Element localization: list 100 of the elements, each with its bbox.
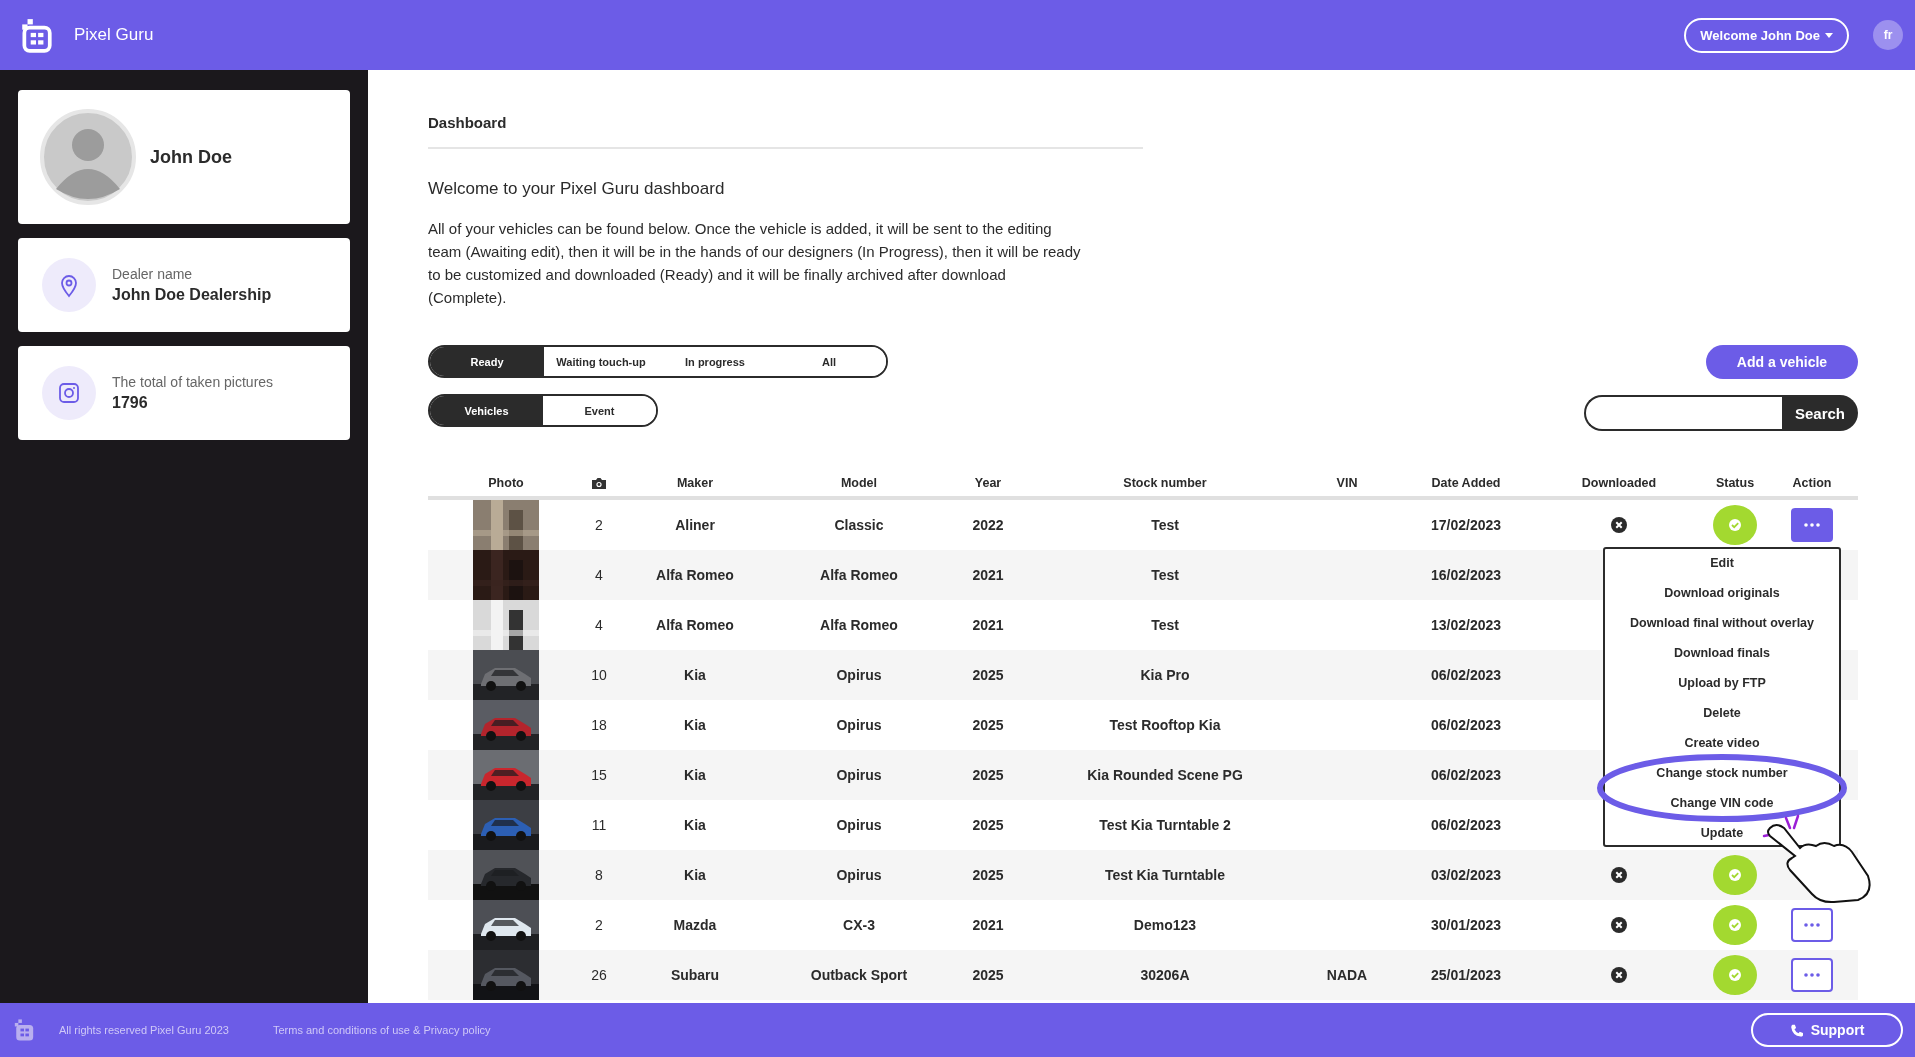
photo-count: 11 xyxy=(591,817,607,833)
model-cell: Opirus xyxy=(836,867,882,883)
date-cell: 16/02/2023 xyxy=(1430,567,1502,583)
search-button[interactable]: Search xyxy=(1782,395,1858,431)
menu-item[interactable]: Download final without overlay xyxy=(1629,615,1814,631)
type-tab[interactable]: Vehicles xyxy=(430,396,543,425)
column-header: Photo xyxy=(488,476,524,490)
maker-cell: Kia xyxy=(684,817,706,833)
more-actions-button[interactable] xyxy=(1791,908,1833,942)
menu-item[interactable]: Change stock number xyxy=(1656,765,1788,781)
photo-count: 4 xyxy=(595,567,603,583)
date-cell: 25/01/2023 xyxy=(1430,967,1502,983)
stock-number-cell: Kia Rounded Scene PG xyxy=(1087,767,1243,783)
column-header: Maker xyxy=(676,476,714,490)
maker-cell: Subaru xyxy=(670,967,720,983)
stock-number-cell: Test Rooftop Kia xyxy=(1109,717,1221,733)
date-cell: 06/02/2023 xyxy=(1430,817,1502,833)
maker-cell: Kia xyxy=(684,867,706,883)
stock-number-cell: Test xyxy=(1151,617,1179,633)
page-title: Dashboard xyxy=(428,114,1143,149)
year-cell: 2025 xyxy=(972,767,1004,783)
caret-icon xyxy=(1825,32,1833,38)
menu-item[interactable]: Delete xyxy=(1703,705,1741,721)
date-cell: 06/02/2023 xyxy=(1430,717,1502,733)
info-label: Dealer name xyxy=(112,266,194,282)
intro-paragraph: All of your vehicles can be found below. Once the vehicle is added, it will be sent to the editing team (Awaiting edit), then it will be in the hands of our designers (In Progress), then it will be ready to be customized and downloaded (Ready) and it will be finally archived after download (Complete). xyxy=(428,219,1082,308)
maker-cell: Alfa Romeo xyxy=(656,567,734,583)
year-cell: 2021 xyxy=(972,917,1004,933)
profile-name: John Doe xyxy=(150,146,232,168)
photo-count: 2 xyxy=(595,917,603,933)
year-cell: 2025 xyxy=(972,717,1004,733)
welcome-heading: Welcome to your Pixel Guru dashboard xyxy=(428,179,726,199)
brand-name: Pixel Guru xyxy=(74,25,154,45)
status-tab[interactable]: Ready xyxy=(430,347,544,376)
photo-count: 4 xyxy=(595,617,603,633)
model-cell: Opirus xyxy=(836,667,882,683)
menu-item[interactable]: Edit xyxy=(1710,555,1734,571)
vin-cell: NADA xyxy=(1326,967,1368,983)
column-header: Stock number xyxy=(1123,476,1207,490)
logo-icon xyxy=(12,1018,36,1042)
info-value: John Doe Dealership xyxy=(112,286,272,304)
stock-number-cell: Test xyxy=(1151,567,1179,583)
search-field[interactable] xyxy=(1584,395,1782,431)
location-pin-icon xyxy=(42,258,96,312)
column-header: Date Added xyxy=(1431,476,1501,490)
camera-icon xyxy=(42,366,96,420)
date-cell: 03/02/2023 xyxy=(1430,867,1502,883)
stock-number-cell: 30206A xyxy=(1140,967,1190,983)
stock-number-cell: Test Kia Turntable xyxy=(1104,867,1226,883)
model-cell: Opirus xyxy=(836,817,882,833)
more-icon xyxy=(1804,523,1820,527)
year-cell: 2025 xyxy=(972,667,1004,683)
stock-number-cell: Test Kia Turntable 2 xyxy=(1099,817,1231,833)
more-icon xyxy=(1804,973,1820,977)
menu-item[interactable]: Download originals xyxy=(1664,585,1780,601)
phone-icon xyxy=(1789,1023,1803,1037)
add-vehicle-button[interactable]: Add a vehicle xyxy=(1706,345,1858,379)
year-cell: 2025 xyxy=(972,817,1004,833)
column-header: Model xyxy=(840,476,878,490)
date-cell: 13/02/2023 xyxy=(1430,617,1502,633)
date-cell: 06/02/2023 xyxy=(1430,767,1502,783)
date-cell: 30/01/2023 xyxy=(1430,917,1502,933)
menu-item[interactable]: Change VIN code xyxy=(1670,795,1774,811)
model-cell: Classic xyxy=(834,517,884,533)
info-value: 1796 xyxy=(112,394,149,412)
info-label: The total of taken pictures xyxy=(112,374,274,390)
maker-cell: Mazda xyxy=(673,917,717,933)
column-header: Status xyxy=(1715,476,1755,490)
photo-count: 8 xyxy=(595,867,603,883)
column-header: Downloaded xyxy=(1581,476,1657,490)
model-cell: Opirus xyxy=(836,767,882,783)
menu-item[interactable]: Update xyxy=(1700,825,1744,841)
support-button[interactable]: Support xyxy=(1751,1013,1903,1047)
year-cell: 2022 xyxy=(972,517,1004,533)
year-cell: 2025 xyxy=(972,967,1004,983)
more-actions-button[interactable] xyxy=(1791,508,1833,542)
photo-count: 18 xyxy=(591,717,607,733)
menu-item[interactable]: Upload by FTP xyxy=(1678,675,1766,691)
menu-item[interactable]: Create video xyxy=(1684,735,1760,751)
column-header: VIN xyxy=(1336,476,1358,490)
copyright-text: All rights reserved Pixel Guru 2023 xyxy=(59,1024,229,1036)
model-cell: Opirus xyxy=(836,717,882,733)
stock-number-cell: Demo123 xyxy=(1133,917,1197,933)
stock-number-cell: Kia Pro xyxy=(1140,667,1190,683)
maker-cell: Kia xyxy=(684,717,706,733)
more-actions-button[interactable] xyxy=(1791,958,1833,992)
menu-item[interactable]: Download finals xyxy=(1674,645,1770,661)
date-cell: 17/02/2023 xyxy=(1430,517,1502,533)
photo-count: 10 xyxy=(591,667,607,683)
model-cell: Outback Sport xyxy=(810,967,908,983)
date-cell: 06/02/2023 xyxy=(1430,667,1502,683)
stock-number-cell: Test xyxy=(1151,517,1179,533)
column-header: Year xyxy=(974,476,1002,490)
more-icon xyxy=(1804,923,1820,927)
user-menu-button[interactable]: Welcome John Doe xyxy=(1684,17,1849,53)
photo-count: 26 xyxy=(591,967,607,983)
column-header: Action xyxy=(1792,476,1832,490)
photo-count: 2 xyxy=(595,517,603,533)
model-cell: CX-3 xyxy=(843,917,875,933)
model-cell: Alfa Romeo xyxy=(820,567,898,583)
